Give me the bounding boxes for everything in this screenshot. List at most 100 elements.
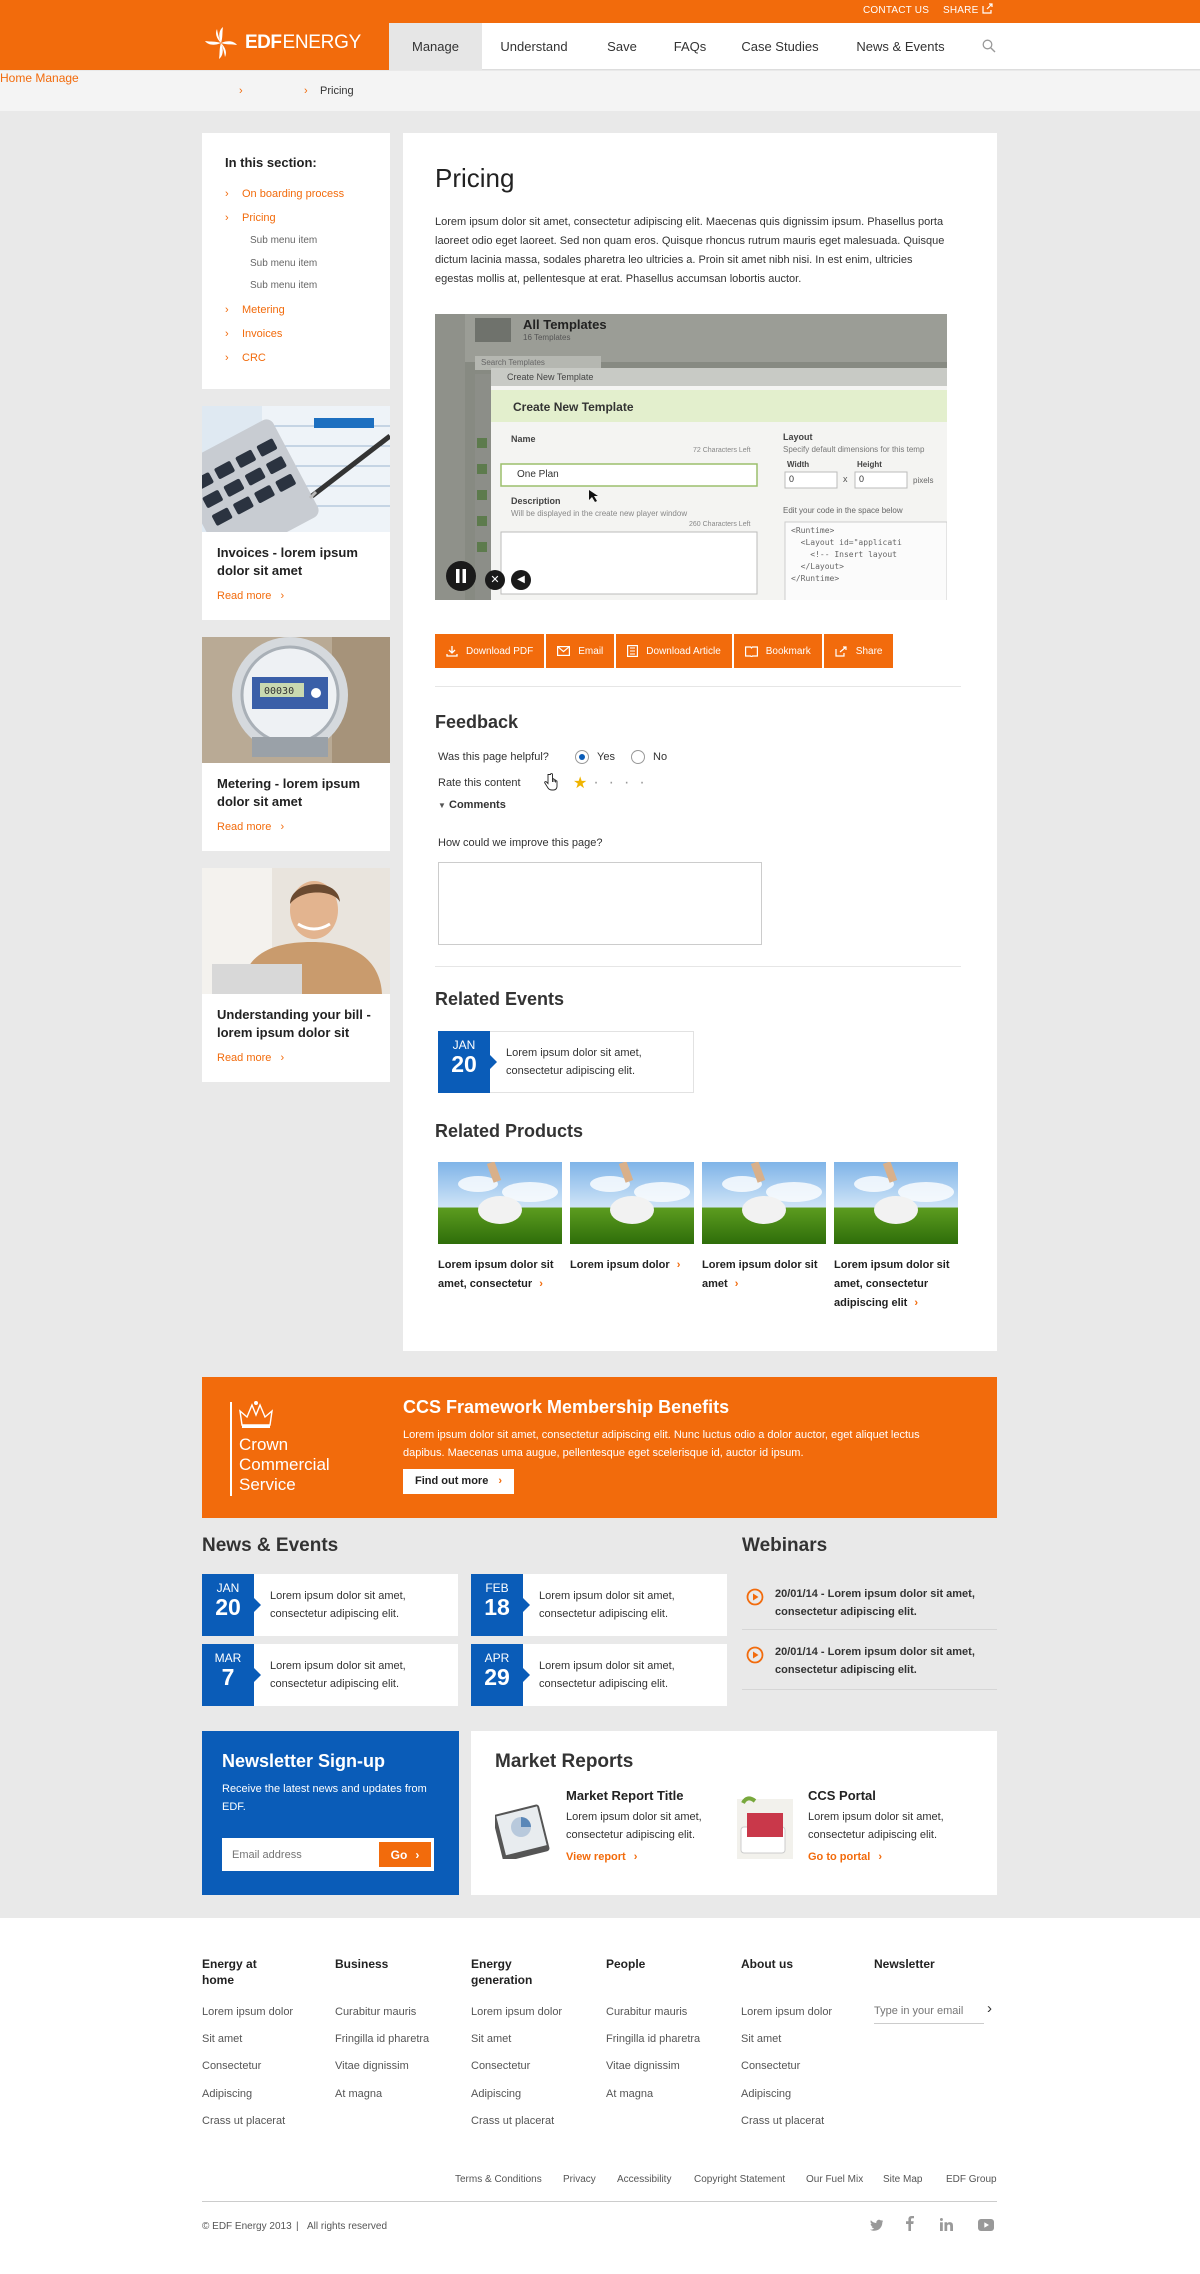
find-out-more-button[interactable]: Find out more ›: [403, 1469, 514, 1494]
go-to-portal-link[interactable]: Go to portal ›: [808, 1851, 882, 1863]
footer-bottom-link[interactable]: EDF Group: [946, 2174, 997, 2185]
footer-email-input[interactable]: [874, 1998, 984, 2024]
footer-link[interactable]: Lorem ipsum dolor: [471, 2006, 562, 2018]
promo-card-invoices[interactable]: Invoices - lorem ipsum dolor sit amet Re…: [202, 406, 390, 620]
bookmark-button[interactable]: Bookmark: [733, 634, 822, 668]
section-nav-crc[interactable]: › CRC: [225, 352, 266, 364]
read-more-link[interactable]: Read more ›: [217, 821, 284, 833]
section-nav-onboarding[interactable]: › On boarding process: [225, 188, 344, 200]
product-card[interactable]: Lorem ipsum dolor sit amet, consectetur …: [834, 1162, 958, 1313]
comments-toggle[interactable]: Comments: [449, 799, 506, 811]
contact-us-link[interactable]: CONTACT US: [863, 5, 929, 16]
share-link[interactable]: SHARE: [943, 5, 978, 16]
go-button[interactable]: Go ›: [379, 1842, 431, 1867]
nav-case-studies[interactable]: Case Studies: [722, 23, 838, 70]
radio-yes[interactable]: [575, 750, 589, 764]
footer-link[interactable]: Crass ut placerat: [471, 2115, 554, 2127]
star-empty-icon[interactable]: ·: [593, 774, 598, 792]
footer-link[interactable]: Curabitur mauris: [606, 2006, 687, 2018]
volume-icon[interactable]: ◀: [511, 570, 531, 590]
footer-link[interactable]: Consectetur: [202, 2060, 261, 2072]
footer-link[interactable]: Crass ut placerat: [741, 2115, 824, 2127]
email-button[interactable]: Email: [546, 634, 615, 668]
radio-no[interactable]: [631, 750, 645, 764]
section-nav-pricing[interactable]: › Pricing: [225, 212, 276, 224]
fullscreen-icon[interactable]: ✕: [485, 570, 505, 590]
pause-icon[interactable]: [446, 561, 476, 591]
nav-manage[interactable]: Manage: [389, 23, 482, 70]
news-card[interactable]: APR 29 Lorem ipsum dolor sit amet, consec…: [471, 1644, 727, 1706]
nav-save[interactable]: Save: [586, 23, 658, 70]
footer-bottom-link[interactable]: Our Fuel Mix: [806, 2174, 863, 2185]
chevron-right-icon[interactable]: ›: [987, 2000, 992, 2017]
facebook-icon[interactable]: [906, 2216, 914, 2234]
report-title[interactable]: Market Report Title: [566, 1788, 684, 1803]
sub-menu-item[interactable]: Sub menu item: [250, 280, 317, 291]
footer-bottom-link[interactable]: Site Map: [883, 2174, 922, 2185]
footer-link[interactable]: Adipiscing: [202, 2088, 252, 2100]
footer-link[interactable]: Fringilla id pharetra: [606, 2033, 700, 2045]
news-card[interactable]: MAR 7 Lorem ipsum dolor sit amet, consect…: [202, 1644, 458, 1706]
footer-link[interactable]: Vitae dignissim: [606, 2060, 680, 2072]
product-card[interactable]: Lorem ipsum dolor sit amet, consectetur …: [438, 1162, 562, 1294]
product-card[interactable]: Lorem ipsum dolor sit amet ›: [702, 1162, 826, 1294]
footer-bottom-link[interactable]: Copyright Statement: [694, 2174, 785, 2185]
footer-link[interactable]: Vitae dignissim: [335, 2060, 409, 2072]
footer-link[interactable]: Consectetur: [741, 2060, 800, 2072]
search-icon[interactable]: [982, 39, 996, 56]
section-nav-invoices[interactable]: › Invoices: [225, 328, 282, 340]
footer-link[interactable]: Lorem ipsum dolor: [741, 2006, 832, 2018]
read-more-link[interactable]: Read more ›: [217, 590, 284, 602]
footer-link[interactable]: Curabitur mauris: [335, 2006, 416, 2018]
footer-link[interactable]: Lorem ipsum dolor: [202, 2006, 293, 2018]
portal-title[interactable]: CCS Portal: [808, 1788, 876, 1803]
promo-card-bill[interactable]: Understanding your bill - lorem ipsum do…: [202, 868, 390, 1082]
webinar-item[interactable]: 20/01/14 - Lorem ipsum dolor sit amet, c…: [742, 1585, 997, 1621]
star-filled-icon[interactable]: ★: [573, 773, 587, 793]
related-event-card[interactable]: JAN 20 Lorem ipsum dolor sit amet, conse…: [438, 1031, 694, 1093]
news-card[interactable]: FEB 18 Lorem ipsum dolor sit amet, consec…: [471, 1574, 727, 1636]
sub-menu-item[interactable]: Sub menu item: [250, 258, 317, 269]
star-empty-icon[interactable]: ·: [609, 774, 614, 792]
download-pdf-button[interactable]: Download PDF: [435, 634, 545, 668]
footer-bottom-link[interactable]: Accessibility: [617, 2174, 671, 2185]
share-button[interactable]: Share: [823, 634, 894, 668]
nav-news-events[interactable]: News & Events: [838, 23, 963, 70]
video-player[interactable]: All Templates 16 Templates Search Templa…: [435, 314, 947, 600]
footer-link[interactable]: Fringilla id pharetra: [335, 2033, 429, 2045]
footer-link[interactable]: At magna: [335, 2088, 382, 2100]
caret-down-icon[interactable]: ▼: [438, 801, 446, 810]
star-rating[interactable]: ★ · · · ·: [573, 773, 655, 793]
footer-link[interactable]: Consectetur: [471, 2060, 530, 2072]
footer-link[interactable]: Adipiscing: [471, 2088, 521, 2100]
view-report-link[interactable]: View report ›: [566, 1851, 637, 1863]
product-card[interactable]: Lorem ipsum dolor ›: [570, 1162, 694, 1275]
download-article-button[interactable]: Download Article: [616, 634, 732, 668]
section-nav-metering[interactable]: › Metering: [225, 304, 285, 316]
sub-menu-item[interactable]: Sub menu item: [250, 235, 317, 246]
footer-link[interactable]: Sit amet: [471, 2033, 511, 2045]
star-empty-icon[interactable]: ·: [624, 774, 629, 792]
share-icon[interactable]: [982, 3, 994, 17]
footer-link[interactable]: Adipiscing: [741, 2088, 791, 2100]
star-empty-icon[interactable]: ·: [639, 774, 644, 792]
footer-link[interactable]: At magna: [606, 2088, 653, 2100]
news-card[interactable]: JAN 20 Lorem ipsum dolor sit amet, consec…: [202, 1574, 458, 1636]
linkedin-icon[interactable]: [939, 2218, 953, 2234]
footer-bottom-link[interactable]: Privacy: [563, 2174, 596, 2185]
promo-card-metering[interactable]: 00030 Metering - lorem ipsum dolor sit a…: [202, 637, 390, 851]
footer-bottom-link[interactable]: Terms & Conditions: [455, 2174, 542, 2185]
edf-energy-logo[interactable]: EDF ENERGY: [203, 25, 361, 61]
footer-link[interactable]: Sit amet: [741, 2033, 781, 2045]
breadcrumb-manage[interactable]: Manage: [35, 71, 78, 85]
nav-faqs[interactable]: FAQs: [658, 23, 722, 70]
email-field[interactable]: [222, 1838, 379, 1871]
webinar-item[interactable]: 20/01/14 - Lorem ipsum dolor sit amet, c…: [742, 1643, 997, 1679]
read-more-link[interactable]: Read more ›: [217, 1052, 284, 1064]
youtube-icon[interactable]: [978, 2219, 994, 2234]
breadcrumb-home[interactable]: Home: [0, 71, 32, 85]
twitter-icon[interactable]: [870, 2219, 884, 2234]
comments-textarea[interactable]: [438, 862, 762, 945]
nav-understand[interactable]: Understand: [482, 23, 586, 70]
footer-link[interactable]: Sit amet: [202, 2033, 242, 2045]
